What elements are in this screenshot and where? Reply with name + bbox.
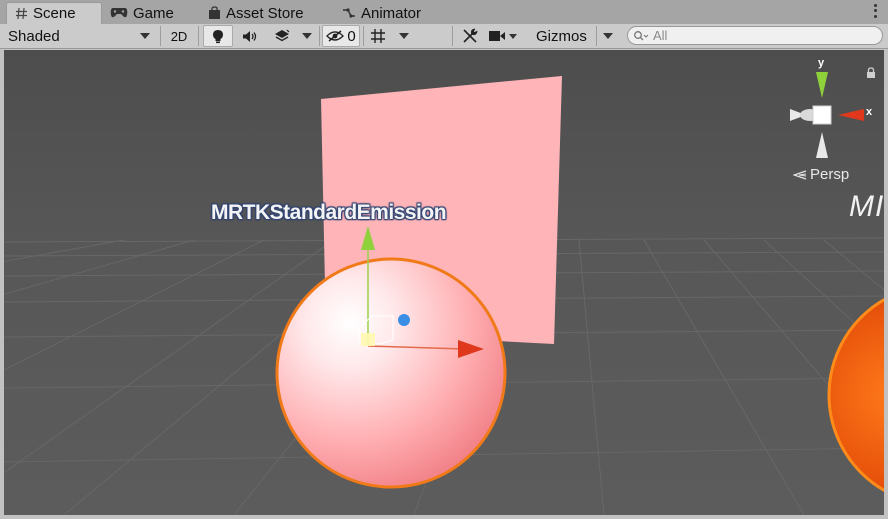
chevron-down-icon [508,33,517,39]
tab-scene-label: Scene [33,5,76,22]
scene-effects-dropdown[interactable] [298,25,316,47]
tab-asset-store-label: Asset Store [226,4,304,22]
chevron-down-icon [399,33,409,39]
eye-hidden-icon [326,30,345,42]
lock-icon[interactable] [866,67,876,78]
tab-animator-label: Animator [361,4,422,22]
gizmos-dropdown[interactable] [599,25,617,47]
grid-dropdown[interactable] [394,25,414,47]
animator-icon [343,8,355,18]
tab-game-label: Game [133,4,174,22]
hierarchy-search-input[interactable]: All [627,26,883,45]
chevron-down-icon [140,33,150,39]
more-options-icon[interactable] [872,3,878,19]
tab-scene[interactable]: Scene [6,2,102,24]
chevron-down-icon [302,33,312,39]
shopping-bag-icon [209,6,220,19]
gamepad-icon [110,8,128,18]
grid-toggle[interactable] [366,25,390,47]
draw-mode-value: Shaded [8,27,60,45]
toggle-2d-label: 2D [170,28,188,44]
search-icon [634,30,649,40]
draw-mode-dropdown[interactable]: Shaded [2,25,154,47]
projection-label: Persp [810,166,850,183]
scene-viewport[interactable]: y x Persp MRTKStandardEmission MI [4,50,884,515]
chevron-down-icon [603,33,613,39]
selected-sphere [275,257,507,489]
grid-icon [371,29,385,43]
axis-x-label: x [866,106,873,118]
scene-lighting-toggle[interactable] [203,25,233,47]
scene-canvas [4,50,884,515]
offscreen-text-label: MI [849,190,884,223]
video-camera-icon [488,31,505,41]
tab-animator[interactable]: Animator [342,2,421,24]
camera-settings-button[interactable] [486,25,518,47]
toolbar-divider [363,26,364,46]
wrench-screwdriver-icon [463,28,478,43]
toolbar-divider [198,26,199,46]
perspective-icon [793,169,807,180]
tab-asset-store[interactable]: Asset Store [208,2,304,24]
toolbar-divider [319,26,320,46]
projection-toggle[interactable]: Persp [793,166,849,183]
gizmos-button[interactable]: Gizmos [532,25,594,47]
search-placeholder: All [653,28,668,43]
tab-game[interactable]: Game [110,2,174,24]
speaker-icon [243,30,257,42]
toolbar-divider [452,26,453,46]
toolbar-divider [160,26,161,46]
scene-audio-toggle[interactable] [235,25,265,47]
hidden-objects-count: 0 [347,27,356,45]
bottom-border [0,515,888,519]
hash-icon [16,7,27,20]
layers-icon [275,29,290,42]
object-name-label: MRTKStandardEmission [211,201,447,224]
tools-toggle[interactable] [456,25,484,47]
lightbulb-icon [213,29,223,43]
window-tab-bar: Scene Game Asset Store Animator [0,0,888,25]
axis-y-label: y [818,57,825,69]
gizmos-label: Gizmos [536,27,587,45]
hidden-objects-toggle[interactable]: 0 [322,25,360,47]
toggle-2d-button[interactable]: 2D [164,25,194,47]
toolbar-divider [596,26,597,46]
scene-effects-toggle[interactable] [267,25,297,47]
